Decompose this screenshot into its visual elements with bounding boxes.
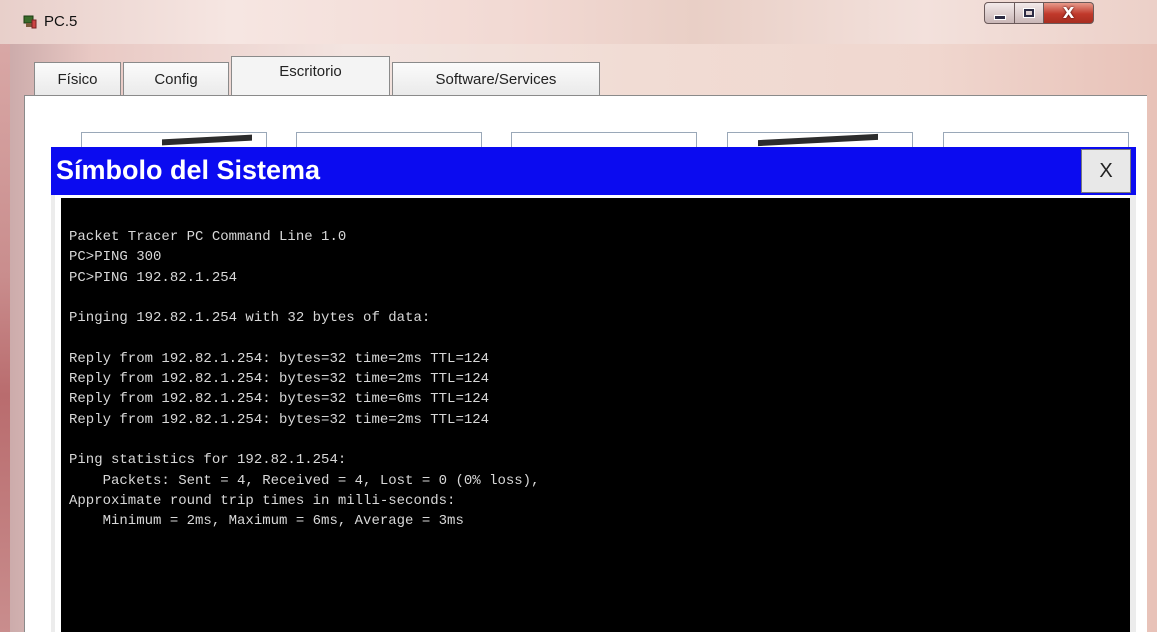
minimize-button[interactable] xyxy=(984,2,1015,24)
maximize-button[interactable] xyxy=(1015,2,1044,24)
terminal-line: Reply from 192.82.1.254: bytes=32 time=2… xyxy=(69,411,490,428)
tab-escritorio[interactable]: Escritorio xyxy=(231,56,390,96)
terminal-output[interactable]: Packet Tracer PC Command Line 1.0 PC>PING… xyxy=(61,198,1130,632)
command-prompt-title: Símbolo del Sistema xyxy=(56,155,321,185)
window-controls: X xyxy=(984,2,1154,26)
packet-tracer-pc-icon xyxy=(22,14,38,30)
terminal-line: Packet Tracer PC Command Line 1.0 xyxy=(69,229,347,245)
terminal-line: Approximate round trip times in milli-se… xyxy=(69,492,456,509)
tab-bar: Físico Config Escritorio Software/Servic… xyxy=(24,56,1144,96)
command-prompt-close-button[interactable]: X xyxy=(1081,149,1131,193)
terminal-line: Packets: Sent = 4, Received = 4, Lost = … xyxy=(69,472,540,489)
app-icon-graphic xyxy=(758,133,878,147)
terminal-line: Reply from 192.82.1.254: bytes=32 time=6… xyxy=(69,391,490,408)
terminal-line: Ping statistics for 192.82.1.254: xyxy=(69,452,347,469)
terminal-line: Pinging 192.82.1.254 with 32 bytes of da… xyxy=(69,310,431,327)
terminal-line: Reply from 192.82.1.254: bytes=32 time=2… xyxy=(69,350,490,367)
app-icon-graphic xyxy=(162,134,252,146)
terminal-line: PC>PING 192.82.1.254 xyxy=(69,269,238,286)
packet-tracer-pc-window: PC.5 X Físico Config Escritorio Software… xyxy=(0,0,1157,632)
minimize-icon xyxy=(993,14,1006,20)
tab-fisico[interactable]: Físico xyxy=(34,62,121,95)
window-title: PC.5 xyxy=(44,13,78,30)
terminal-line: Reply from 192.82.1.254: bytes=32 time=2… xyxy=(69,371,490,388)
close-icon: X xyxy=(1062,4,1075,22)
maximize-icon xyxy=(1024,9,1034,17)
tab-software-services[interactable]: Software/Services xyxy=(392,62,600,95)
close-window-button[interactable]: X xyxy=(1044,2,1094,24)
terminal-line: Minimum = 2ms, Maximum = 6ms, Average = … xyxy=(69,513,464,530)
command-prompt-window: Símbolo del Sistema X Packet Tracer PC C… xyxy=(51,147,1136,632)
command-prompt-frame: Packet Tracer PC Command Line 1.0 PC>PING… xyxy=(51,195,1136,632)
terminal-lines: Packet Tracer PC Command Line 1.0 PC>PING… xyxy=(69,227,539,531)
terminal-line: PC>PING 300 xyxy=(69,249,162,266)
command-prompt-header: Símbolo del Sistema X xyxy=(51,147,1136,195)
background-window-edge xyxy=(0,40,10,632)
title-bar[interactable]: PC.5 X xyxy=(0,0,1157,44)
tab-config[interactable]: Config xyxy=(123,62,229,95)
